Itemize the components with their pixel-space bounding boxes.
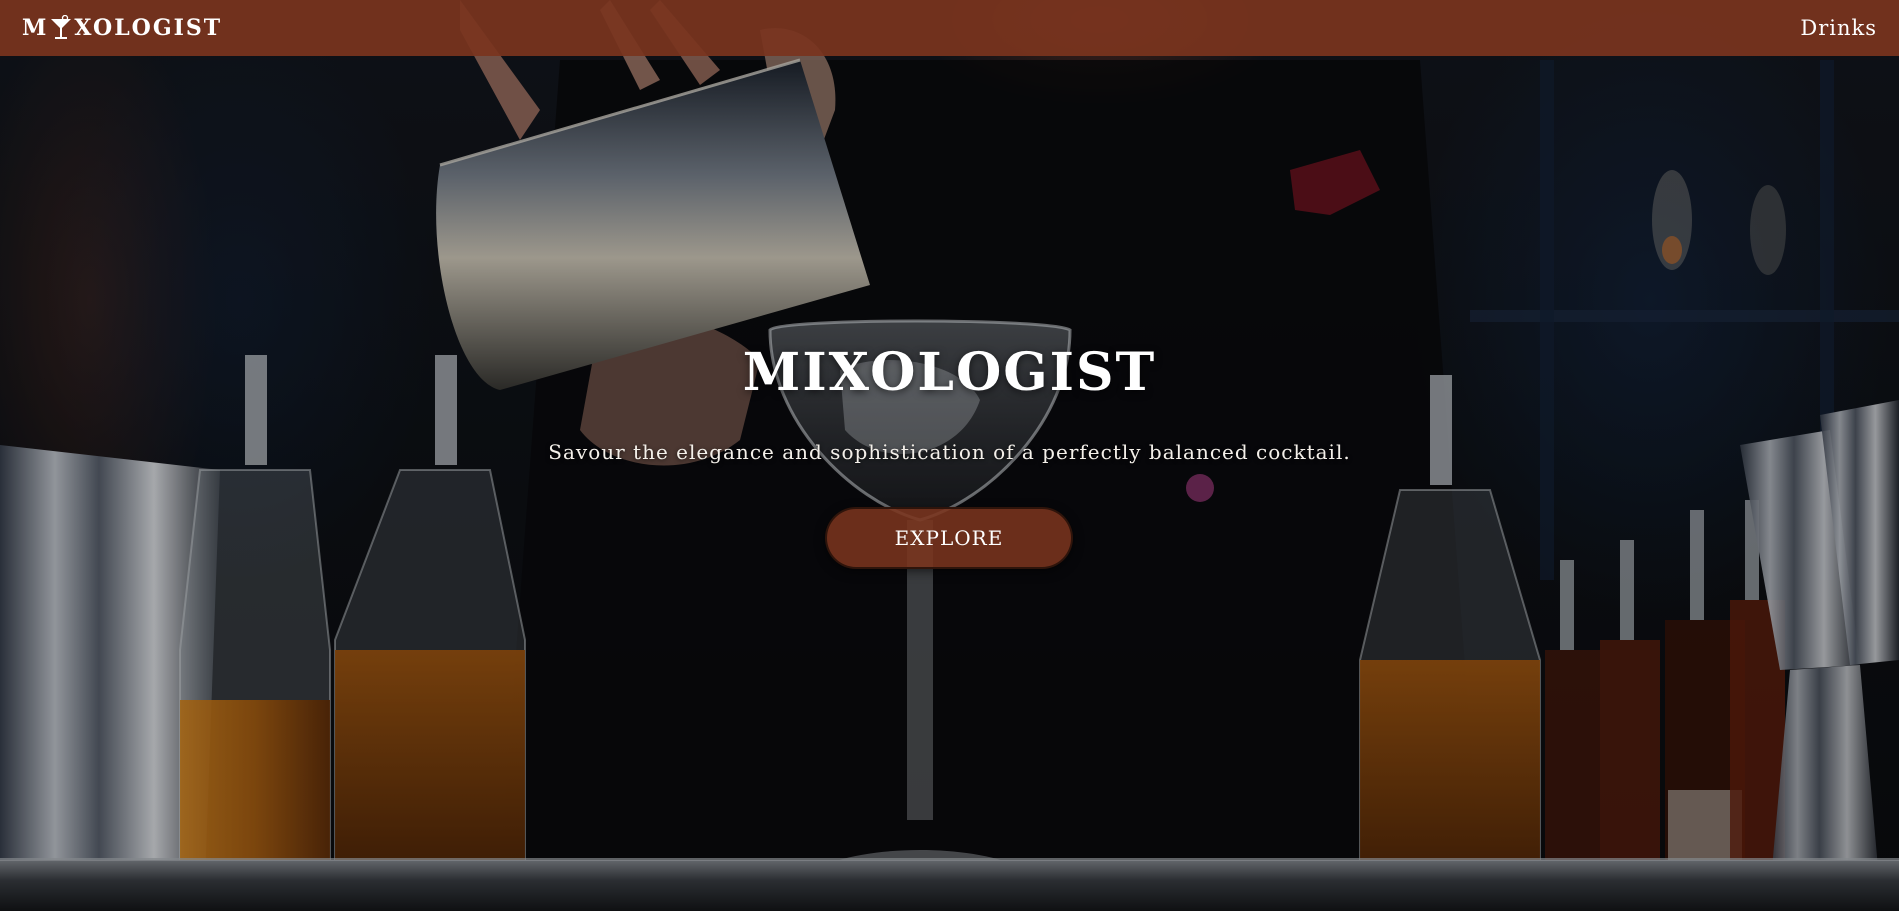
- page: M XOLOGIST Drinks MIXOLOGIST Savour the …: [0, 0, 1899, 911]
- hero-section: MIXOLOGIST Savour the elegance and sophi…: [0, 0, 1899, 911]
- brand-logo-link[interactable]: M XOLOGIST: [22, 14, 223, 41]
- hero-tagline: Savour the elegance and sophistication o…: [548, 440, 1351, 464]
- brand-letter-m: M: [22, 15, 49, 41]
- nav-link-drinks[interactable]: Drinks: [1800, 16, 1877, 40]
- hero-title: MIXOLOGIST: [742, 342, 1157, 403]
- brand-name-rest: XOLOGIST: [74, 15, 223, 41]
- top-navbar: M XOLOGIST Drinks: [0, 0, 1899, 56]
- martini-glass-icon: [49, 14, 73, 41]
- explore-button[interactable]: EXPLORE: [825, 507, 1073, 569]
